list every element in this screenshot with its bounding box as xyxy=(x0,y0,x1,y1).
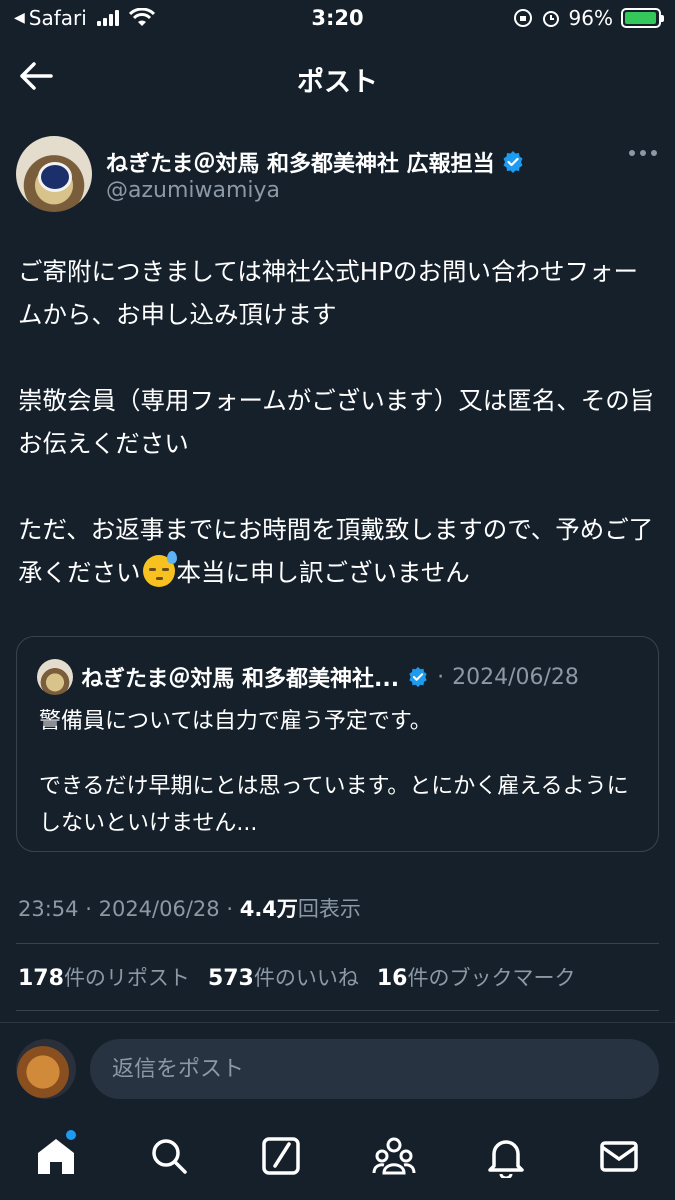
tweet-date: 2024/06/28 xyxy=(98,897,220,921)
reply-bar xyxy=(0,1022,675,1112)
likes-stat[interactable]: 573件のいいね xyxy=(208,962,359,992)
author-name: ねぎたま＠対馬 和多都美神社 広報担当 xyxy=(106,152,495,177)
tweet-meta: 23:54 · 2024/06/28 · 4.4万回表示 xyxy=(18,893,361,923)
tab-notifications[interactable] xyxy=(484,1134,528,1180)
battery-icon xyxy=(621,8,664,28)
quoted-tweet[interactable]: ねぎたま＠対馬 和多都美神社... · 2024/06/28 警備員については自… xyxy=(16,636,659,852)
current-user-avatar[interactable] xyxy=(16,1039,76,1099)
reposts-label: 件のリポスト xyxy=(63,966,190,990)
orientation-lock-icon xyxy=(513,9,532,27)
quoted-date: 2024/06/28 xyxy=(452,664,579,690)
alarm-icon xyxy=(542,11,559,27)
likes-count: 573 xyxy=(207,966,254,991)
bookmarks-label: 件のブックマーク xyxy=(407,966,576,990)
reply-input[interactable] xyxy=(90,1039,659,1099)
tweet-text: ご寄附につきましては神社公式HPのお問い合わせフォームから、お申し込み頂けます … xyxy=(18,250,658,637)
reposts-stat[interactable]: 178件のリポスト xyxy=(18,962,190,992)
meta-separator: · xyxy=(226,897,234,921)
tab-messages[interactable] xyxy=(597,1134,641,1178)
tab-grok[interactable] xyxy=(259,1134,303,1178)
quoted-author-avatar xyxy=(37,659,73,695)
tab-home[interactable] xyxy=(34,1130,78,1178)
downcast-face-with-sweat-icon xyxy=(142,551,177,587)
likes-label: 件のいいね xyxy=(253,966,359,990)
communities-icon xyxy=(372,1137,416,1175)
battery-percent: 96% xyxy=(568,6,613,30)
author-avatar[interactable] xyxy=(16,136,92,212)
author-handle[interactable]: @azumiwamiya xyxy=(106,178,280,203)
tweet-paragraph: ご寄附につきましては神社公式HPのお問い合わせフォームから、お申し込み頂けます xyxy=(18,257,638,329)
tweet-paragraph: 崇敬会員（専用フォームがございます）又は匿名、その旨お伝えください xyxy=(18,386,655,458)
bookmarks-stat[interactable]: 16件のブックマーク xyxy=(377,962,576,992)
search-icon xyxy=(152,1139,187,1174)
more-options-icon[interactable] xyxy=(629,150,657,156)
verified-badge-icon xyxy=(409,666,427,688)
quoted-separator: · xyxy=(437,664,445,690)
quoted-text: 警備員については自力で雇う予定です。 できるだけ早期にとは思っています。とにかく… xyxy=(39,703,649,870)
bottom-tab-bar xyxy=(0,1112,675,1200)
tweet-paragraph: ただ、お返事までにお時間を頂戴致しますので、予めご了承ください 本当に申し訳ござい… xyxy=(18,508,658,594)
reposts-count: 178 xyxy=(18,966,64,991)
page-title: ポスト xyxy=(297,67,378,98)
meta-separator: · xyxy=(85,897,92,921)
views-count[interactable]: 4.4万 xyxy=(240,897,298,921)
tweet-author: ねぎたま＠対馬 和多都美神社 広報担当 @azumiwamiya xyxy=(16,136,659,216)
author-name-row[interactable]: ねぎたま＠対馬 和多都美神社 広報担当 xyxy=(106,146,525,178)
divider xyxy=(16,1010,659,1011)
divider xyxy=(16,943,659,944)
quoted-paragraph: できるだけ早期にとは思っています。とにかく雇えるようにしないといけません... xyxy=(39,774,629,836)
quoted-tweet-header: ねぎたま＠対馬 和多都美神社... · 2024/06/28 xyxy=(37,659,579,695)
tab-search[interactable] xyxy=(147,1134,191,1178)
tab-communities[interactable] xyxy=(372,1134,416,1178)
tweet-time: 23:54 xyxy=(18,897,79,921)
battery-fill xyxy=(625,12,656,24)
quoted-author-name: ねぎたま＠対馬 和多都美神社... xyxy=(81,667,400,692)
grok-icon xyxy=(262,1137,300,1175)
bookmarks-count: 16 xyxy=(376,966,408,991)
bell-icon xyxy=(488,1140,524,1180)
mail-icon xyxy=(600,1141,638,1172)
quoted-paragraph: 警備員については自力で雇う予定です。 xyxy=(39,709,432,734)
views-label: 回表示 xyxy=(297,897,361,921)
engagement-stats: 178件のリポスト 573件のいいね 16件のブックマーク xyxy=(18,962,576,992)
post-header: ポスト xyxy=(0,48,675,104)
verified-badge-icon xyxy=(503,151,523,173)
status-bar: ◀ Safari 3:20 96% xyxy=(0,0,675,40)
tweet-paragraph-text: 本当に申し訳ございません xyxy=(176,558,470,587)
home-icon xyxy=(38,1139,75,1174)
